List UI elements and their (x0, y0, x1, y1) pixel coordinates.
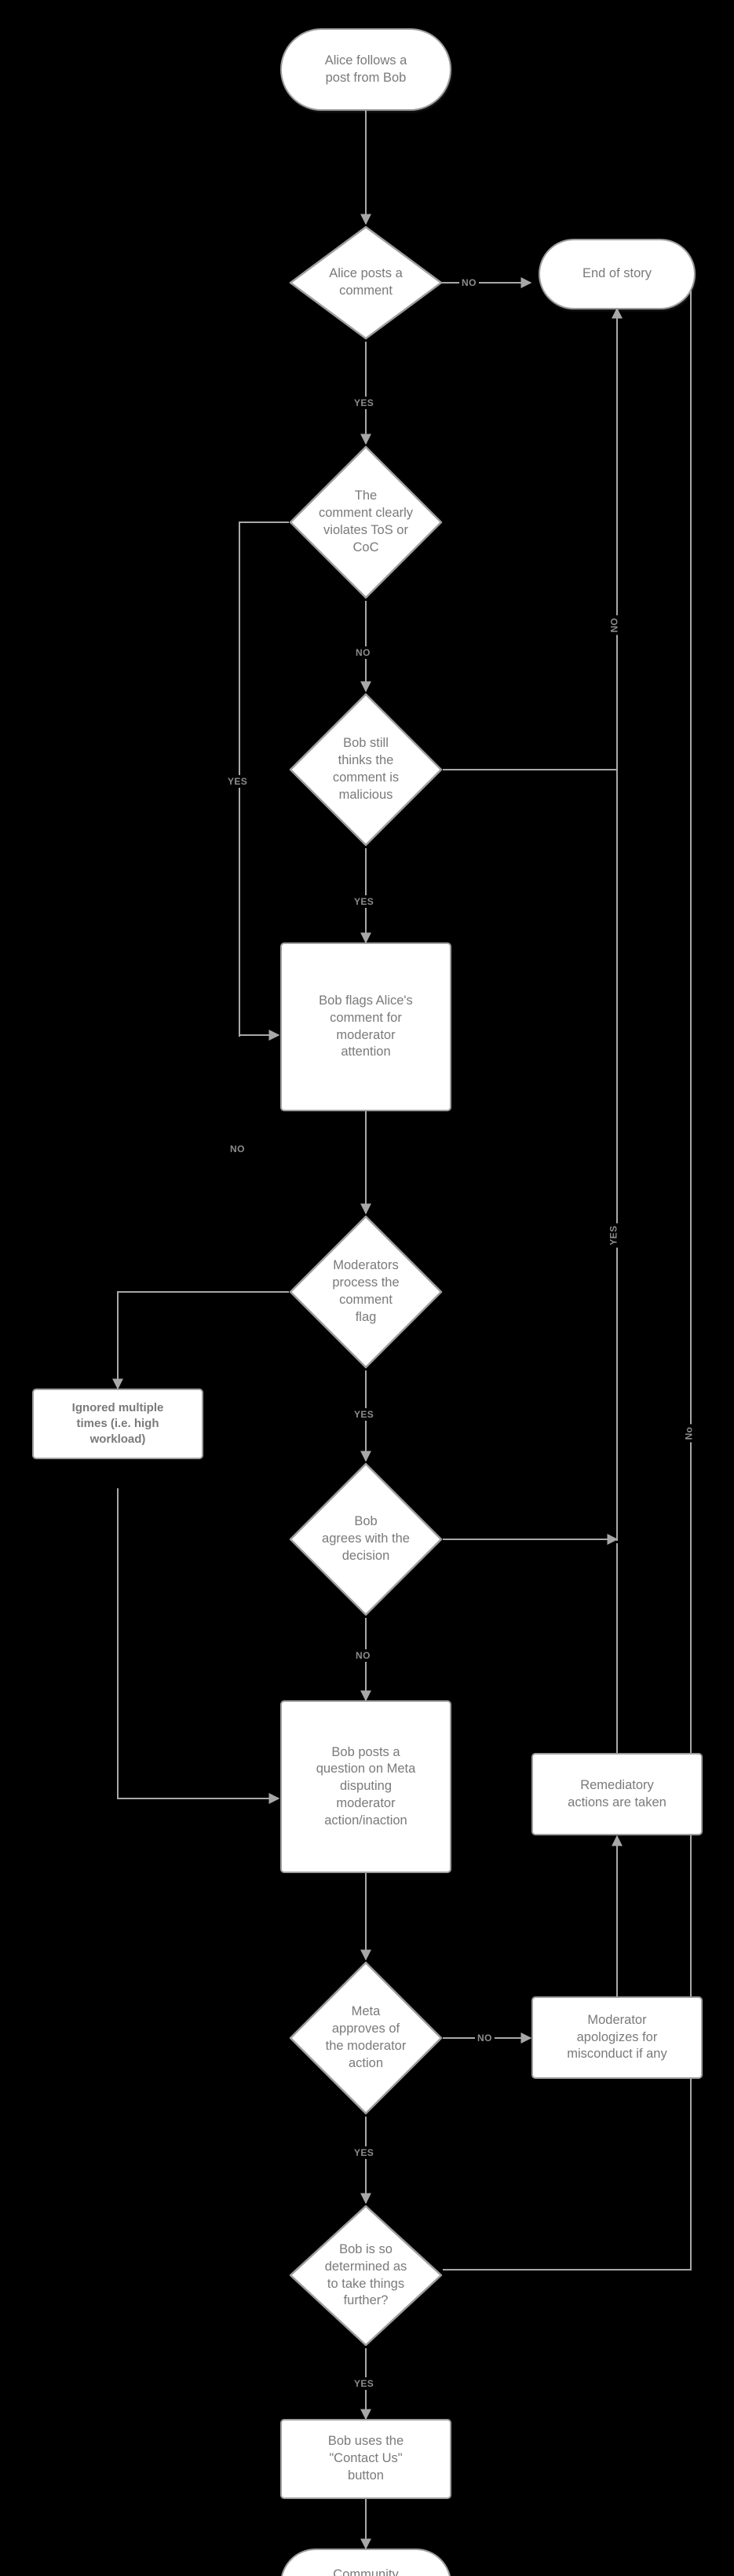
node-remediatory-actions[interactable]: Remediatory actions are taken (531, 1753, 703, 1835)
node-label: Remediatory actions are taken (568, 1777, 666, 1809)
edge-label-no-bob-malicious: NO (608, 615, 621, 635)
edge-label-no-bob-determined: No (682, 1424, 696, 1443)
node-alice-follows-post[interactable]: Alice follows a post from Bob (280, 28, 451, 111)
node-label: Ignored multiple times (i.e. high worklo… (71, 1401, 164, 1446)
edge-label-no-violates-tos: NO (353, 646, 373, 659)
edge-n8-n10 (117, 1488, 280, 1804)
node-bob-posts-question-meta[interactable]: Bob posts a question on Meta disputing m… (280, 1700, 451, 1873)
node-label: Bob flags Alice's comment for moderator … (319, 993, 413, 1059)
node-community-discussion-ends[interactable]: Community discussion ends (280, 2549, 451, 2576)
node-label: Community discussion ends (333, 2567, 399, 2576)
node-alice-posts-comment[interactable]: Alice posts a comment (287, 224, 444, 342)
node-moderator-apologizes[interactable]: Moderator apologizes for misconduct if a… (531, 1996, 703, 2079)
node-bob-flags-comment[interactable]: Bob flags Alice's comment for moderator … (280, 942, 451, 1111)
node-label: Alice follows a post from Bob (324, 53, 407, 85)
edge-label-yes-bob-agrees: YES (607, 1223, 620, 1248)
edge-n7-n8 (112, 1291, 289, 1390)
edge-label-yes-meta-approves: YES (352, 2146, 377, 2159)
node-label: Bob posts a question on Meta disputing m… (316, 1744, 416, 1828)
node-label: Bob uses the "Contact Us" button (327, 2434, 404, 2483)
node-bob-uses-contact-us[interactable]: Bob uses the "Contact Us" button (280, 2419, 451, 2499)
edge-label-yes-violates-tos: YES (225, 775, 250, 788)
node-label: Bob agrees with the decision (322, 1514, 410, 1563)
edge-label-yes-bob-determined: YES (352, 2377, 377, 2390)
edge-label-no-alice-posts: NO (459, 276, 479, 289)
node-end-of-story[interactable]: End of story (539, 239, 696, 309)
node-comment-violates-tos[interactable]: The comment clearly violates ToS or CoC (287, 444, 444, 601)
flowchart-canvas: Alice follows a post from Bob Alice post… (0, 0, 734, 2576)
node-bob-thinks-malicious[interactable]: Bob still thinks the comment is maliciou… (287, 691, 444, 848)
node-moderators-process-flag[interactable]: Moderators process the comment flag (287, 1213, 444, 1370)
node-label: Moderators process the comment flag (332, 1258, 400, 1324)
edge-label-yes-bob-malicious: YES (352, 895, 377, 908)
edge-label-yes-moderators-process: YES (352, 1408, 377, 1421)
node-label: Bob still thinks the comment is maliciou… (332, 736, 400, 802)
node-ignored-multiple-times[interactable]: Ignored multiple times (i.e. high worklo… (32, 1389, 203, 1459)
edge-n5-no (443, 307, 623, 770)
node-label: Meta approves of the moderator action (325, 2004, 407, 2070)
node-label: Moderator apologizes for misconduct if a… (567, 2012, 667, 2062)
node-label: Alice posts a comment (329, 266, 403, 298)
edge-n14-no (443, 277, 692, 2270)
edge-label-no-moderators-process: NO (228, 1143, 247, 1155)
node-label: The comment clearly violates ToS or CoC (318, 488, 414, 554)
node-label: Bob is so determined as to take things f… (324, 2241, 407, 2308)
node-meta-approves-moderator-action[interactable]: Meta approves of the moderator action (287, 1959, 444, 2117)
node-label: End of story (582, 266, 652, 281)
edge-label-yes-alice-posts: YES (352, 397, 377, 409)
node-bob-determined-further[interactable]: Bob is so determined as to take things f… (287, 2203, 444, 2348)
node-bob-agrees-with-decision[interactable]: Bob agrees with the decision (287, 1461, 444, 1618)
edge-label-no-meta-approves: NO (475, 2032, 495, 2044)
edge-label-no-bob-agrees: NO (353, 1649, 373, 1662)
